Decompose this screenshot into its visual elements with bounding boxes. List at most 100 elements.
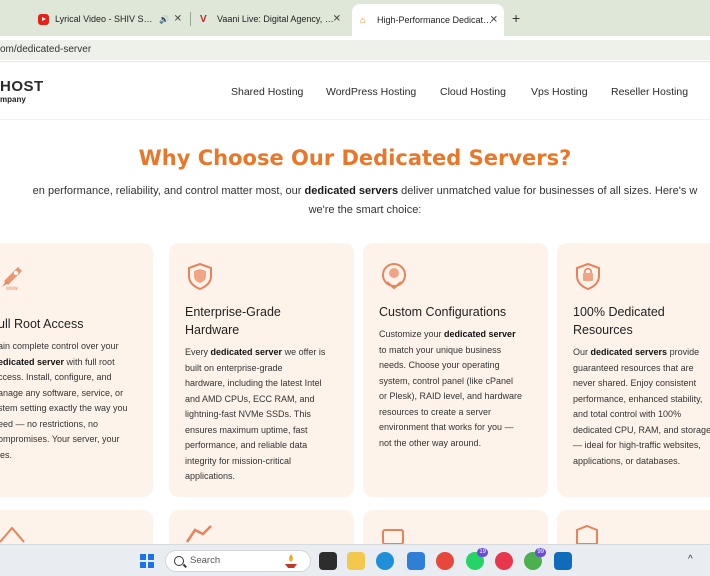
- card-body: Our dedicated servers provide guaranteed…: [573, 345, 710, 469]
- vscode-icon[interactable]: [407, 552, 425, 570]
- task-view-icon[interactable]: [319, 552, 337, 570]
- card-body: Every dedicated server we offer is built…: [185, 345, 345, 485]
- card-line: guaranteed resources that are: [573, 362, 694, 373]
- address-bar: om/dedicated-server: [0, 36, 710, 62]
- card-line: lightning-fast NVMe SSDs. This: [185, 409, 311, 419]
- edge-icon[interactable]: [376, 552, 394, 570]
- chrome-icon[interactable]: [436, 552, 454, 570]
- tab-title: Vaani Live: Digital Agency, Web: [217, 14, 342, 24]
- card-title: ull Root Access: [0, 317, 84, 331]
- card-line: or Plesk), RAID level, and hardware: [379, 391, 523, 401]
- chrome-profile-icon[interactable]: 99: [524, 548, 546, 570]
- card-line-text: Every: [185, 347, 211, 357]
- feature-card-enterprise-hardware: Enterprise-Grade Hardware Every dedicate…: [169, 243, 354, 497]
- card-body: ain complete control over your edicated …: [0, 339, 158, 463]
- card-line: ompromises. Your server, your: [0, 434, 120, 444]
- card-line: not the other way around.: [379, 437, 482, 448]
- card-line: dedicated CPU, RAM, and storage: [573, 424, 710, 435]
- feature-card-row2-3: [363, 510, 548, 544]
- card-line: resources to create a server: [379, 406, 492, 417]
- taskbar-search[interactable]: Search: [165, 550, 311, 572]
- taskbar: Search 19 99 ^: [0, 544, 710, 576]
- site-icon: ⌂: [360, 14, 366, 25]
- tab-lyrical-video[interactable]: Lyrical Video - SHIV SE GOR 🔊 ✕: [30, 6, 188, 32]
- intro-highlight: dedicated servers: [304, 185, 399, 197]
- feature-card-custom-configurations: Custom Configurations Customize your ded…: [363, 243, 548, 497]
- card-title: 100% Dedicated Resources: [573, 303, 710, 339]
- feature-card-dedicated-resources: 100% Dedicated Resources Our dedicated s…: [557, 243, 710, 497]
- card-line-text: provide: [667, 347, 700, 357]
- card-line: and total control with 100%: [573, 409, 682, 419]
- youtube-icon: [38, 13, 49, 25]
- card-title: Enterprise-Grade Hardware: [185, 303, 350, 339]
- card-highlight: dedicated server: [444, 329, 516, 339]
- new-tab-icon[interactable]: +: [512, 10, 520, 26]
- card-line: — ideal for high-traffic websites,: [573, 440, 701, 450]
- rocket-icon: WWW: [2, 267, 22, 291]
- notification-badge: 19: [477, 548, 488, 557]
- outlook-icon[interactable]: [554, 552, 572, 570]
- feature-card-row2-1: [0, 510, 153, 544]
- feature-icon: [576, 524, 598, 544]
- close-icon[interactable]: ✕: [333, 14, 341, 25]
- card-line: edicated server with full root: [0, 355, 158, 371]
- card-line: performance, enhanced stability,: [573, 393, 703, 404]
- media-player-icon[interactable]: [495, 552, 513, 570]
- card-line: integrity for mission-critical: [185, 455, 292, 466]
- nav-reseller-hosting[interactable]: Reseller Hosting: [611, 86, 688, 98]
- card-line-text: with full root: [64, 356, 115, 367]
- card-line: system, control panel (like cPanel: [379, 375, 514, 386]
- nav-wordpress-hosting[interactable]: WordPress Hosting: [326, 86, 416, 98]
- tab-title: High-Performance Dedicated S: [377, 15, 495, 25]
- feature-icon: [0, 526, 25, 543]
- diya-icon: [285, 554, 297, 568]
- notification-badge: 99: [535, 548, 546, 557]
- vaani-icon: V: [200, 13, 207, 25]
- card-line: applications.: [185, 471, 236, 481]
- card-line: applications, or databases.: [573, 455, 681, 466]
- card-line: needs. Choose your operating: [379, 360, 500, 370]
- tab-title: Lyrical Video - SHIV SE GOR: [55, 14, 155, 24]
- tab-vaani-live[interactable]: V Vaani Live: Digital Agency, Web ✕: [192, 6, 347, 32]
- tray-overflow-icon[interactable]: ^: [688, 554, 693, 565]
- feature-card-root-access: WWW ull Root Access ain complete control…: [0, 243, 153, 497]
- intro-text: deliver unmatched value for businesses o…: [398, 185, 698, 197]
- card-line: Every dedicated server we offer is: [185, 345, 345, 361]
- card-line: performance, and reliable data: [185, 440, 308, 450]
- nav-shared-hosting[interactable]: Shared Hosting: [231, 86, 303, 98]
- site-logo-tagline: mpany: [0, 95, 26, 104]
- nav-vps-hosting[interactable]: Vps Hosting: [531, 86, 588, 98]
- feature-card-row2-2: [169, 510, 354, 544]
- card-line: hardware, including the latest Intel: [185, 378, 322, 388]
- url-field[interactable]: om/dedicated-server: [0, 40, 710, 60]
- ssl-shield-icon: [576, 262, 600, 291]
- card-title-line: Resources: [573, 323, 633, 337]
- intro-text: en performance, reliability, and control…: [32, 185, 305, 197]
- card-line: les.: [0, 449, 13, 460]
- card-body: Customize your dedicated server to match…: [379, 327, 539, 451]
- card-line: ccess. Install, configure, and: [0, 372, 112, 382]
- site-header: HOST mpany Shared Hosting WordPress Host…: [0, 62, 710, 120]
- card-line: eed — no restrictions, no: [0, 418, 99, 429]
- card-highlight: dedicated server: [210, 347, 283, 357]
- card-line-text: we offer is: [282, 347, 326, 357]
- card-line: Our dedicated servers provide: [573, 345, 710, 361]
- card-line: Customize your dedicated server: [379, 327, 539, 343]
- section-intro: en performance, reliability, and control…: [0, 182, 710, 220]
- file-explorer-icon[interactable]: [347, 552, 365, 570]
- card-line: ensures maximum uptime, fast: [185, 424, 308, 435]
- card-line-text: Our: [573, 347, 591, 357]
- card-title-line: 100% Dedicated: [573, 305, 665, 319]
- shield-icon: [188, 262, 212, 291]
- intro-text: we're the smart choice:: [308, 204, 422, 216]
- card-line-text: Customize your: [379, 329, 445, 339]
- web-page: HOST mpany Shared Hosting WordPress Host…: [0, 62, 710, 544]
- tab-dedicated-servers[interactable]: ⌂ High-Performance Dedicated S ✕: [352, 4, 504, 36]
- close-icon[interactable]: ✕: [490, 15, 498, 26]
- card-line: built on enterprise-grade: [185, 362, 283, 373]
- close-icon[interactable]: ✕: [174, 14, 182, 25]
- windows-start-icon[interactable]: [140, 554, 154, 568]
- nav-cloud-hosting[interactable]: Cloud Hosting: [440, 86, 506, 98]
- card-line: ain complete control over your: [0, 341, 119, 351]
- whatsapp-icon[interactable]: 19: [466, 548, 488, 570]
